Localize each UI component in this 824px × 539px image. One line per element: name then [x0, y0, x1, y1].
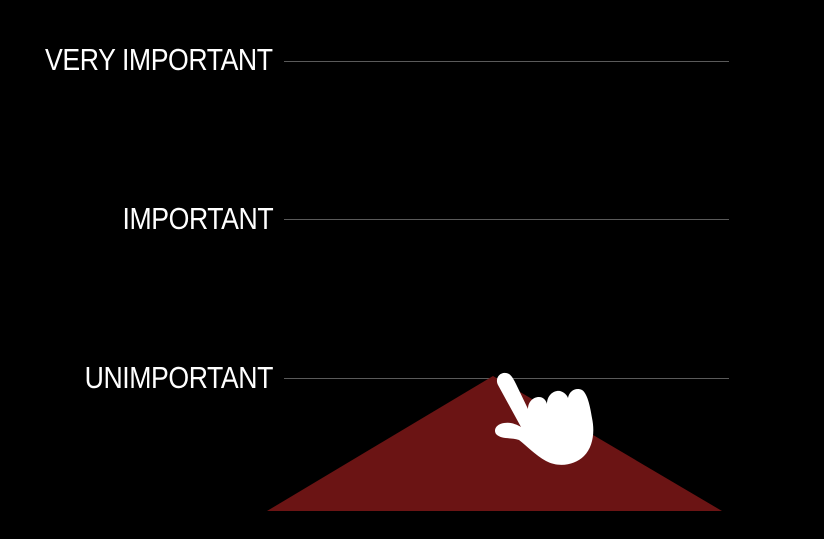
importance-triangle: [267, 376, 722, 511]
diagram-shapes: [267, 372, 722, 511]
importance-diagram: VERY IMPORTANT IMPORTANT UNIMPORTANT: [0, 0, 824, 539]
